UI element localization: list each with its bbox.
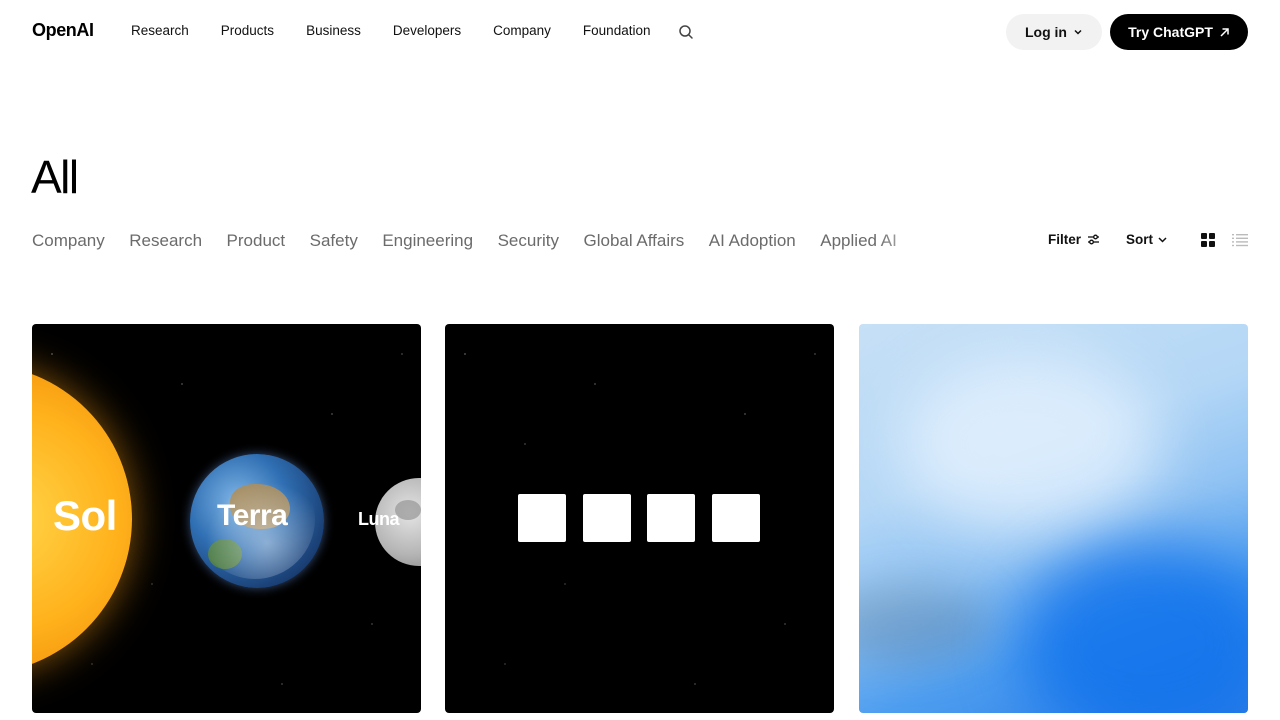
filter-label: Filter (1048, 232, 1082, 247)
article-card-blue-abstract[interactable] (859, 324, 1248, 713)
chevron-down-icon (1158, 237, 1167, 243)
openai-logo[interactable]: OpenAI (32, 20, 94, 41)
label-sol: Sol (53, 492, 117, 539)
label-terra: Terra (217, 499, 288, 532)
sliders-icon (1088, 234, 1100, 245)
site-header: OpenAI Research Products Business Develo… (0, 0, 1280, 64)
try-chatgpt-label: Try ChatGPT (1128, 24, 1213, 40)
category-tabs: Company Research Product Safety Engineer… (32, 231, 937, 255)
abstract-shape (859, 584, 989, 664)
search-icon[interactable] (678, 24, 694, 40)
login-button[interactable]: Log in (1006, 14, 1102, 50)
nav-developers[interactable]: Developers (393, 23, 461, 38)
white-squares (518, 494, 776, 542)
white-square (647, 494, 695, 542)
category-research[interactable]: Research (129, 231, 202, 251)
category-security[interactable]: Security (498, 231, 559, 251)
nav-business[interactable]: Business (306, 23, 361, 38)
nav-foundation[interactable]: Foundation (583, 23, 651, 38)
white-square (518, 494, 566, 542)
filter-button[interactable]: Filter (1048, 232, 1100, 247)
list-view-icon[interactable] (1232, 233, 1248, 247)
page-title: All (31, 151, 79, 203)
arrow-up-right-icon (1220, 27, 1229, 37)
sort-label: Sort (1126, 232, 1153, 247)
grid-view-icon[interactable] (1201, 233, 1215, 247)
nav-products[interactable]: Products (221, 23, 274, 38)
white-square (711, 494, 760, 542)
chevron-down-icon (1074, 29, 1082, 35)
abstract-shape (899, 354, 1159, 534)
sort-button[interactable]: Sort (1126, 232, 1168, 247)
category-company[interactable]: Company (32, 231, 105, 251)
article-card-sol-terra-luna[interactable]: Sol Terra Luna (32, 324, 421, 713)
article-card-squares[interactable] (445, 324, 834, 713)
try-chatgpt-button[interactable]: Try ChatGPT (1110, 14, 1248, 50)
category-engineering[interactable]: Engineering (382, 231, 473, 251)
abstract-shape (1019, 544, 1248, 713)
category-applied-ai[interactable]: Applied AI (820, 231, 897, 251)
category-ai-adoption[interactable]: AI Adoption (709, 231, 796, 251)
nav-research[interactable]: Research (131, 23, 189, 38)
category-global-affairs[interactable]: Global Affairs (584, 231, 685, 251)
category-product[interactable]: Product (227, 231, 286, 251)
main-nav: Research Products Business Developers Co… (131, 23, 682, 38)
nav-company[interactable]: Company (493, 23, 551, 38)
label-luna: Luna (358, 509, 400, 529)
login-label: Log in (1025, 24, 1067, 40)
category-safety[interactable]: Safety (310, 231, 358, 251)
white-square (582, 494, 631, 542)
